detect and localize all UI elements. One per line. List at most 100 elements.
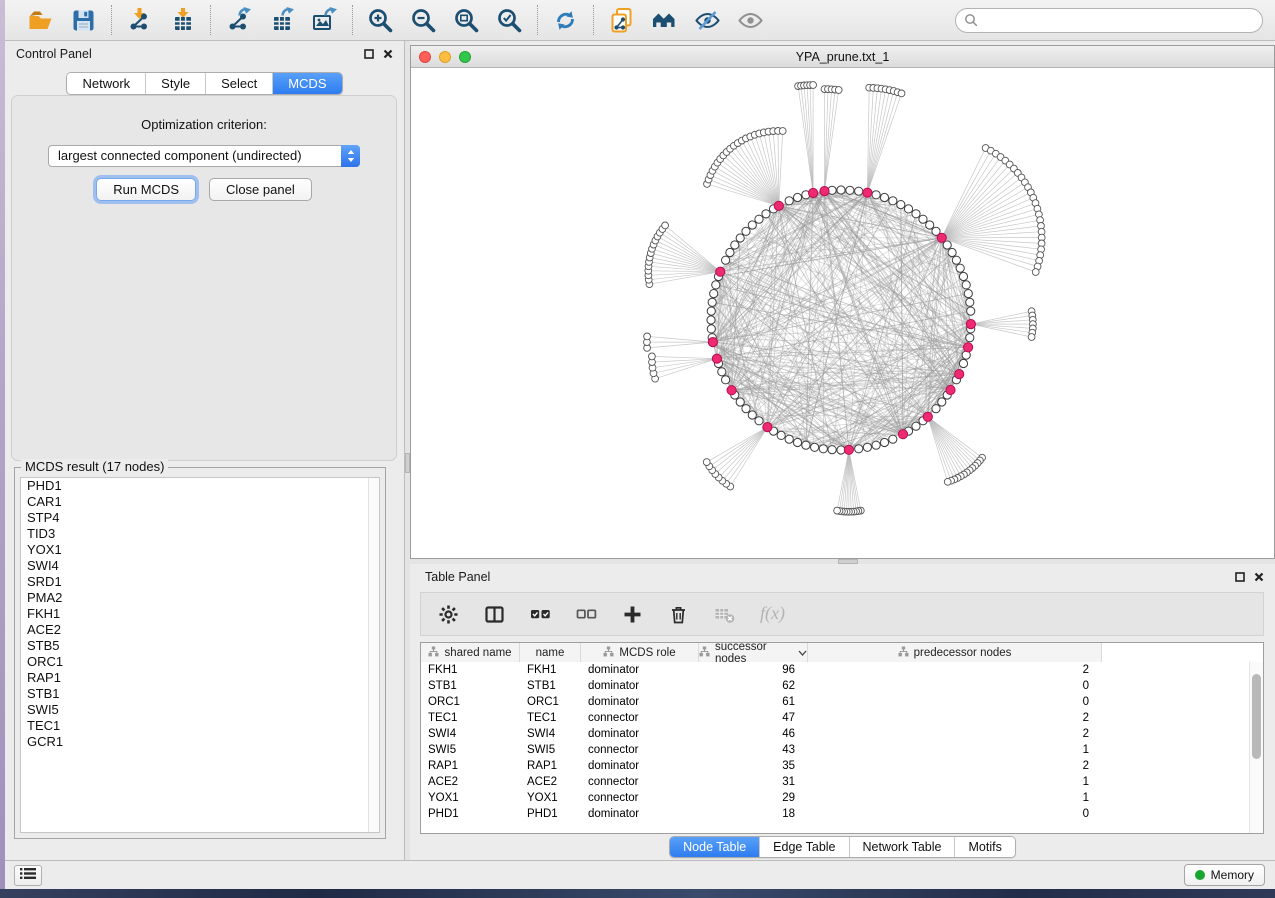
export-network-button[interactable] <box>225 7 252 34</box>
tab-network[interactable]: Network <box>67 73 145 94</box>
mcds-list-item[interactable]: STB5 <box>21 638 379 654</box>
tab-edge-table[interactable]: Edge Table <box>759 837 848 857</box>
mcds-list-item[interactable]: RAP1 <box>21 670 379 686</box>
scrollbar-thumb[interactable] <box>1252 674 1261 759</box>
open-file-button[interactable] <box>27 7 54 34</box>
graph-node[interactable] <box>880 193 888 201</box>
graph-node[interactable] <box>912 210 920 218</box>
graph-node[interactable] <box>966 334 974 342</box>
duplicate-network-button[interactable] <box>608 7 635 34</box>
graph-node[interactable] <box>726 248 734 256</box>
mcds-list-item[interactable]: SWI4 <box>21 558 379 574</box>
graph-hub-node[interactable] <box>964 343 973 352</box>
graph-hub-node[interactable] <box>809 188 818 197</box>
graph-node[interactable] <box>944 478 951 485</box>
graph-node[interactable] <box>855 187 863 195</box>
table-row[interactable]: ACE2ACE2connector311 <box>421 774 1263 790</box>
mcds-list-item[interactable]: CAR1 <box>21 494 379 510</box>
graph-hub-node[interactable] <box>955 370 964 379</box>
export-table-button[interactable] <box>268 7 295 34</box>
graph-node[interactable] <box>810 82 817 89</box>
save-session-button[interactable] <box>70 7 97 34</box>
column-header-successor-nodes[interactable]: successor nodes <box>699 643 808 662</box>
table-row[interactable]: SWI5SWI5connector431 <box>421 742 1263 758</box>
graph-node[interactable] <box>948 248 956 256</box>
delete-entry-button[interactable] <box>668 604 689 625</box>
graph-node[interactable] <box>649 353 656 360</box>
graph-hub-node[interactable] <box>898 430 907 439</box>
mcds-list-item[interactable]: STP4 <box>21 510 379 526</box>
mcds-list-item[interactable]: PMA2 <box>21 590 379 606</box>
table-row[interactable]: TEC1TEC1connector472 <box>421 710 1263 726</box>
network-frame-titlebar[interactable]: YPA_prune.txt_1 <box>411 46 1274 68</box>
graph-node[interactable] <box>956 264 964 272</box>
select-all-button[interactable] <box>530 604 551 625</box>
graph-hub-node[interactable] <box>708 338 717 347</box>
graph-node[interactable] <box>707 307 715 315</box>
table-row[interactable]: YOX1YOX1connector291 <box>421 790 1263 806</box>
graph-node[interactable] <box>904 205 912 213</box>
graph-node[interactable] <box>779 128 786 135</box>
table-row[interactable]: SWI4SWI4dominator462 <box>421 726 1263 742</box>
close-panel-button[interactable]: Close panel <box>209 178 312 201</box>
graph-node[interactable] <box>1028 334 1035 341</box>
graph-hub-node[interactable] <box>966 320 975 329</box>
column-header-predecessor-nodes[interactable]: predecessor nodes <box>808 643 1102 662</box>
graph-node[interactable] <box>819 445 827 453</box>
graph-hub-node[interactable] <box>716 267 725 276</box>
graph-node[interactable] <box>710 290 718 298</box>
import-table-button[interactable] <box>169 7 196 34</box>
graph-node[interactable] <box>1032 269 1039 276</box>
table-settings-button[interactable] <box>438 604 459 625</box>
mcds-list-item[interactable]: STB1 <box>21 686 379 702</box>
mcds-list-scrollbar[interactable] <box>368 478 379 832</box>
table-row[interactable]: PHD1PHD1dominator180 <box>421 806 1263 822</box>
graph-node[interactable] <box>644 333 651 340</box>
graph-node[interactable] <box>755 215 763 223</box>
graph-node[interactable] <box>964 290 972 298</box>
graph-node[interactable] <box>835 87 842 94</box>
graph-node[interactable] <box>967 307 975 315</box>
mcds-list-item[interactable]: SWI5 <box>21 702 379 718</box>
mcds-list-item[interactable]: SRD1 <box>21 574 379 590</box>
graph-node[interactable] <box>959 359 967 367</box>
graph-node[interactable] <box>898 90 905 97</box>
table-row[interactable]: RAP1RAP1dominator352 <box>421 758 1263 774</box>
graph-node[interactable] <box>855 445 863 453</box>
panel-list-button[interactable] <box>14 865 42 886</box>
graph-node[interactable] <box>708 298 716 306</box>
table-scrollbar[interactable] <box>1249 662 1263 833</box>
column-header-name[interactable]: name <box>520 643 581 662</box>
graph-node[interactable] <box>707 316 715 324</box>
graph-hub-node[interactable] <box>863 188 872 197</box>
graph-node[interactable] <box>785 435 793 443</box>
float-panel-icon[interactable] <box>364 49 374 59</box>
memory-button[interactable]: Memory <box>1184 864 1265 886</box>
graph-node[interactable] <box>742 405 750 413</box>
graph-node[interactable] <box>912 422 920 430</box>
float-panel-icon[interactable] <box>1235 572 1245 582</box>
graph-node[interactable] <box>926 221 934 229</box>
network-canvas[interactable] <box>411 68 1274 558</box>
zoom-fit-button[interactable] <box>453 7 480 34</box>
graph-node[interactable] <box>846 186 854 194</box>
export-image-button[interactable] <box>311 7 338 34</box>
graph-node[interactable] <box>889 435 897 443</box>
graph-node[interactable] <box>938 398 946 406</box>
zoom-selected-button[interactable] <box>496 7 523 34</box>
tab-node-table[interactable]: Node Table <box>670 837 759 857</box>
mcds-list-item[interactable]: YOX1 <box>21 542 379 558</box>
graph-node[interactable] <box>748 411 756 419</box>
graph-node[interactable] <box>828 446 836 454</box>
table-row[interactable]: FKH1FKH1dominator962 <box>421 662 1263 678</box>
graph-hub-node[interactable] <box>923 412 932 421</box>
graph-hub-node[interactable] <box>727 386 736 395</box>
graph-node[interactable] <box>718 368 726 376</box>
graph-hub-node[interactable] <box>937 233 946 242</box>
close-panel-icon[interactable] <box>383 49 393 59</box>
graph-node[interactable] <box>748 221 756 229</box>
zoom-in-button[interactable] <box>367 7 394 34</box>
add-entry-button[interactable] <box>622 604 643 625</box>
graph-node[interactable] <box>777 431 785 439</box>
run-mcds-button[interactable]: Run MCDS <box>96 178 196 201</box>
